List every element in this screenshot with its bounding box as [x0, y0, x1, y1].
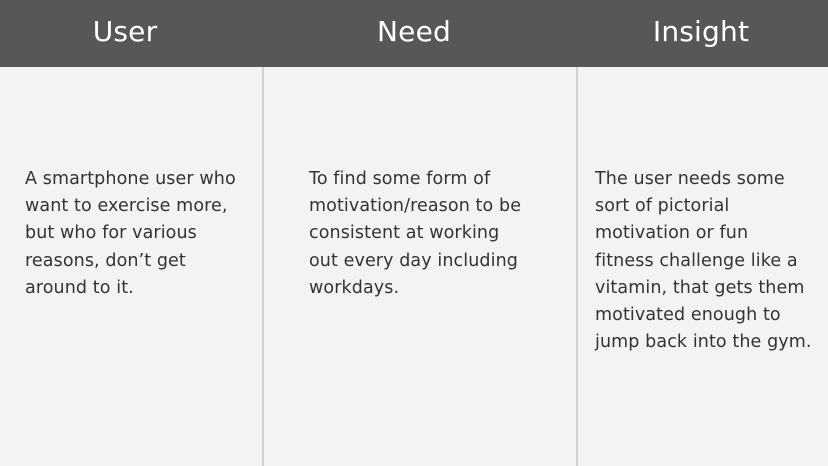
insight-line: The user needs some	[595, 169, 785, 189]
insight-line: motivated enough to	[595, 305, 781, 326]
need-line: To find some form of	[309, 169, 491, 189]
header-bar: User Need Insight	[0, 0, 828, 67]
column-heading-need: Need	[377, 15, 451, 48]
need-line: motivation/reason to be	[309, 196, 522, 217]
user-line: A smartphone user who	[25, 169, 236, 189]
insight-line: sort of pictorial	[595, 196, 730, 217]
column-user: A smartphone user who want to exercise m…	[0, 67, 263, 466]
column-heading-insight: Insight	[652, 15, 750, 48]
insight-line: jump back into the gym.	[595, 332, 812, 353]
column-heading-user: User	[92, 15, 158, 48]
need-description: To find some form of motivation/reason t…	[309, 166, 571, 302]
insight-line: fitness challenge like a	[595, 250, 798, 271]
user-line: around to it.	[25, 277, 134, 298]
user-description: A smartphone user who want to exercise m…	[25, 166, 257, 302]
user-line: reasons, don’t get	[25, 250, 186, 271]
need-line: out every day including	[309, 250, 518, 271]
column-insight: The user needs some sort of pictorial mo…	[578, 67, 828, 466]
need-line: consistent at working	[309, 223, 500, 244]
column-need: To find some form of motivation/reason t…	[264, 67, 576, 466]
need-line: workdays.	[309, 277, 400, 298]
user-line: want to exercise more,	[25, 196, 228, 217]
user-need-insight-board: User Need Insight A smartphone user who …	[0, 0, 828, 466]
insight-line: motivation or fun	[595, 223, 749, 244]
insight-line: vitamin, that gets them	[595, 277, 805, 298]
insight-description: The user needs some sort of pictorial mo…	[595, 166, 827, 356]
user-line: but who for various	[25, 223, 197, 244]
